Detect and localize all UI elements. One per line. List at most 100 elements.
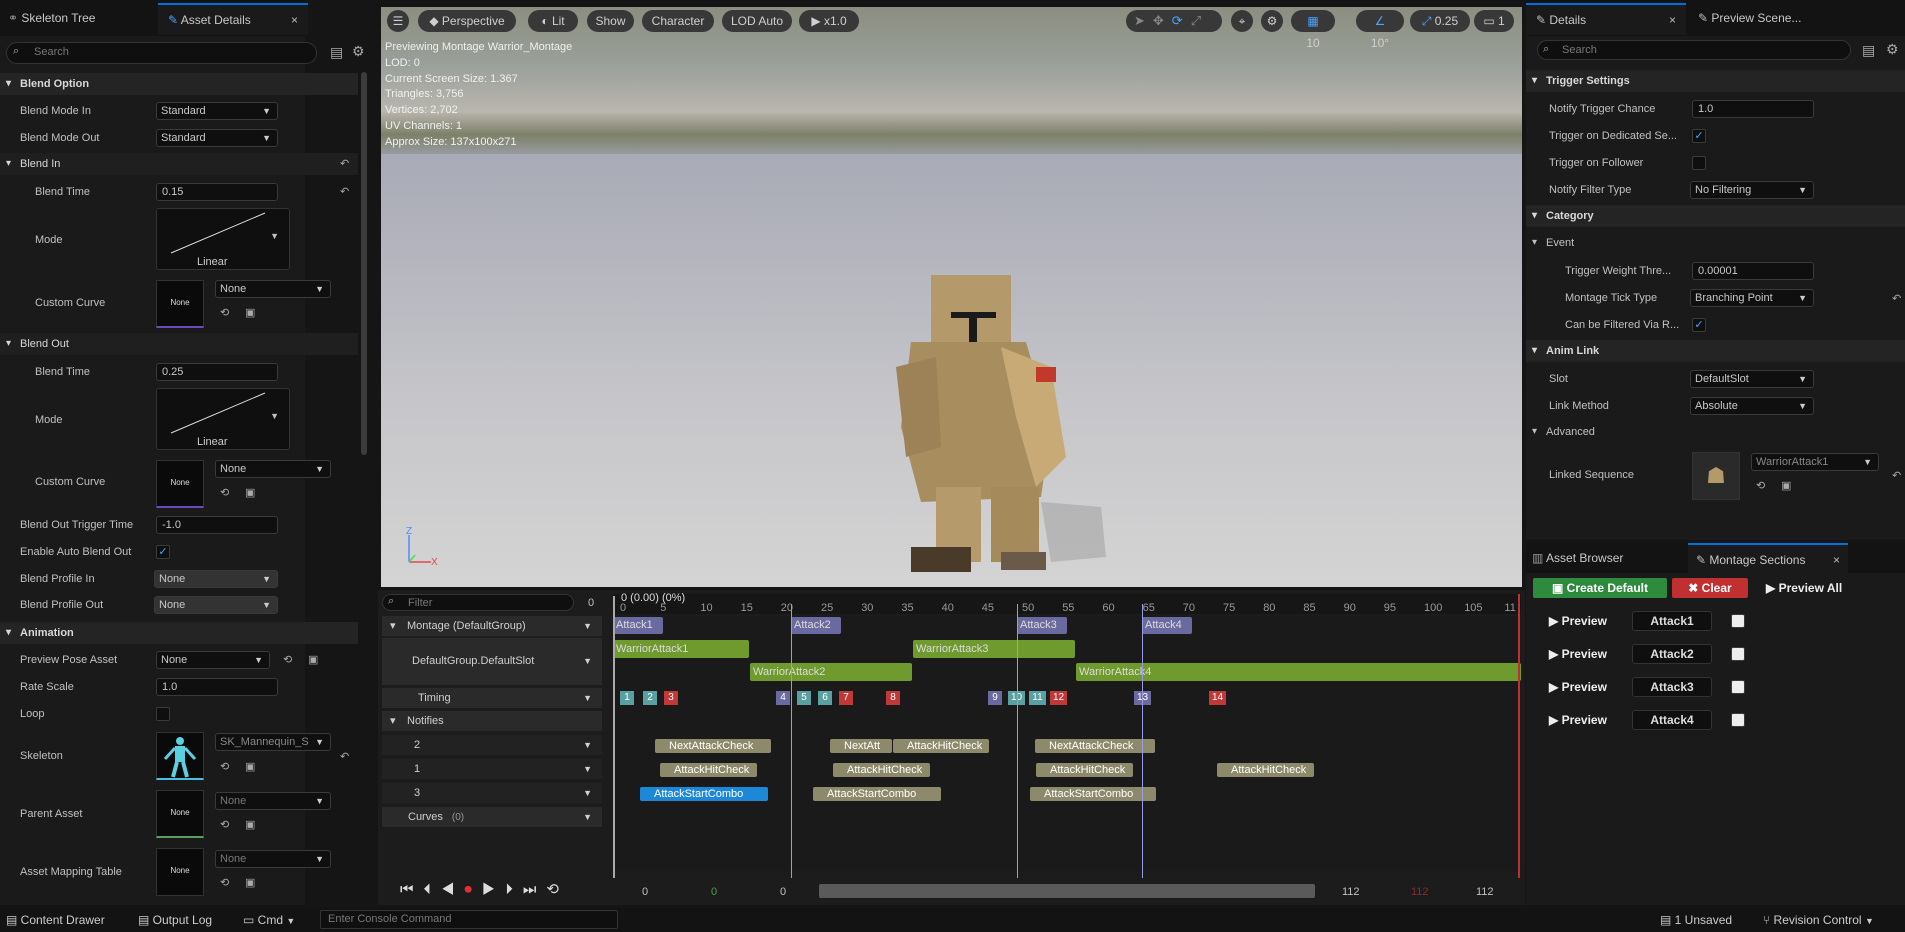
section-loop-checkbox[interactable]	[1731, 713, 1745, 727]
tab-preview-scene[interactable]: ✎ Preview Scene...	[1690, 3, 1890, 33]
trigger-time-input[interactable]: -1.0	[156, 516, 278, 534]
timing-marker[interactable]: 12	[1050, 691, 1067, 705]
track-montage[interactable]: ▾ Montage (DefaultGroup) ▼	[382, 616, 602, 636]
section-name[interactable]: Attack2	[1632, 644, 1712, 664]
scale-snap[interactable]: ⤢ 0.25	[1410, 10, 1470, 32]
slot-segment-2[interactable]: WarriorAttack2	[750, 663, 912, 681]
blend-out-time-input[interactable]: 0.25	[156, 363, 278, 381]
blend-mode-in-select[interactable]: Standard ▼	[156, 102, 278, 120]
tab-details[interactable]: ✎ Details ×	[1526, 3, 1686, 35]
timing-marker[interactable]: 5	[797, 691, 811, 705]
unsaved-button[interactable]: ▤ 1 Unsaved	[1660, 913, 1732, 927]
preview-pose-select[interactable]: None ▼	[156, 651, 270, 669]
loop-icon[interactable]: ⟲	[546, 881, 569, 898]
use-selected-icon[interactable]: ⟲	[220, 306, 229, 319]
profile-in-select[interactable]: None ▼	[154, 570, 278, 588]
grid-snap[interactable]: ▦ 10	[1291, 10, 1335, 50]
use-selected-icon[interactable]: ⟲	[220, 760, 229, 773]
timeline-scrollbar[interactable]	[819, 884, 1315, 898]
section-preview-button[interactable]: ▶ Preview	[1549, 645, 1607, 663]
reset-icon[interactable]: ↶	[340, 185, 349, 198]
create-default-button[interactable]: ▣ Create Default	[1533, 578, 1667, 598]
notify-attack-hit-check[interactable]: AttackHitCheck	[833, 763, 930, 777]
filter-input[interactable]: Filter	[408, 597, 432, 609]
slot-segment-1[interactable]: WarriorAttack1	[613, 640, 749, 658]
notify-attack-hit-check[interactable]: AttackHitCheck	[893, 739, 989, 753]
close-icon[interactable]: ×	[291, 5, 298, 35]
browse-icon[interactable]: ▣	[1781, 479, 1791, 492]
track-notify-1[interactable]: 1 ▼	[382, 759, 602, 779]
section-name[interactable]: Attack1	[1632, 611, 1712, 631]
timing-marker[interactable]: 6	[818, 691, 832, 705]
category-blend-option[interactable]: Blend Option	[0, 73, 358, 95]
record-icon[interactable]: ⏺	[464, 881, 482, 898]
track-notify-2[interactable]: 2 ▼	[382, 735, 602, 755]
skip-start-icon[interactable]: ⏮	[400, 881, 424, 898]
browse-icon[interactable]: ▣	[245, 486, 255, 499]
browse-icon[interactable]: ▣	[245, 876, 255, 889]
reset-icon[interactable]: ↶	[1892, 292, 1901, 305]
curve-thumbnail[interactable]: None	[156, 460, 204, 508]
category-blend-out[interactable]: Blend Out	[0, 333, 358, 355]
cmd-button[interactable]: ▭ Cmd ▼	[243, 913, 295, 927]
browse-icon[interactable]: ▣	[308, 653, 318, 666]
follower-checkbox[interactable]	[1692, 156, 1706, 170]
tab-skeleton-tree[interactable]: ⚭ Skeleton Tree	[0, 3, 155, 33]
notify-attack-hit-check[interactable]: AttackHitCheck	[1217, 763, 1314, 777]
track-slot[interactable]: DefaultGroup.DefaultSlot ▼	[382, 638, 602, 685]
category-category[interactable]: Category	[1526, 205, 1905, 227]
track-notify-3[interactable]: 3 ▼	[382, 783, 602, 803]
content-drawer-button[interactable]: ▤ Content Drawer	[6, 913, 105, 927]
timing-marker[interactable]: 3	[664, 691, 678, 705]
category-trigger-settings[interactable]: Trigger Settings	[1526, 70, 1905, 92]
section-preview-button[interactable]: ▶ Preview	[1549, 612, 1607, 630]
use-selected-icon[interactable]: ⟲	[220, 818, 229, 831]
blend-out-curve-select[interactable]: None ▼	[215, 460, 331, 478]
section-loop-checkbox[interactable]	[1731, 614, 1745, 628]
skip-end-icon[interactable]: ⏭	[523, 881, 547, 898]
gear-icon[interactable]: ⚙	[352, 43, 365, 60]
category-advanced[interactable]: Advanced	[1526, 421, 1905, 443]
use-selected-icon[interactable]: ⟲	[220, 486, 229, 499]
tab-montage-sections[interactable]: ✎ Montage Sections ×	[1688, 543, 1848, 575]
category-blend-in[interactable]: Blend In	[0, 153, 358, 175]
perspective-button[interactable]: ◆ Perspective	[418, 10, 516, 32]
rate-scale-input[interactable]: 1.0	[156, 678, 278, 696]
lit-button[interactable]: ◐ Lit	[528, 10, 578, 32]
link-method-select[interactable]: Absolute ▼	[1690, 397, 1814, 415]
profile-out-select[interactable]: None ▼	[154, 596, 278, 614]
timing-marker[interactable]: 4	[776, 691, 790, 705]
track-timing[interactable]: Timing ▼	[382, 688, 602, 708]
notify-attack-start-combo[interactable]: AttackStartCombo	[1030, 787, 1156, 801]
output-log-button[interactable]: ▤ Output Log	[138, 913, 212, 927]
track-curves[interactable]: Curves (0) ▼	[382, 807, 602, 827]
section-attack4[interactable]: Attack4	[1142, 617, 1192, 634]
section-preview-button[interactable]: ▶ Preview	[1549, 711, 1607, 729]
search-input[interactable]: Search	[34, 46, 69, 58]
weight-input[interactable]: 0.00001	[1692, 262, 1814, 280]
playback-speed-button[interactable]: ▶ x1.0	[799, 10, 859, 32]
category-event[interactable]: Event	[1526, 232, 1905, 254]
transform-tools[interactable]: ➤✥⟳⤢	[1126, 10, 1222, 32]
show-button[interactable]: Show	[587, 10, 634, 32]
step-forward-icon[interactable]: ⏵	[505, 881, 523, 898]
slot-select[interactable]: DefaultSlot ▼	[1690, 370, 1814, 388]
mapping-thumbnail[interactable]: None	[156, 848, 204, 896]
reset-icon[interactable]: ↶	[340, 157, 349, 170]
notify-attack-hit-check[interactable]: AttackHitCheck	[660, 763, 757, 777]
use-selected-icon[interactable]: ⟲	[1756, 479, 1765, 492]
linked-sequence-thumbnail[interactable]: ☗	[1692, 452, 1740, 500]
lod-button[interactable]: LOD Auto	[722, 10, 792, 32]
clear-button[interactable]: ✖ Clear	[1672, 578, 1748, 598]
revision-control-button[interactable]: ⑂ Revision Control ▼	[1763, 913, 1874, 927]
curve-thumbnail[interactable]: None	[156, 280, 204, 328]
section-preview-button[interactable]: ▶ Preview	[1549, 678, 1607, 696]
preview-all-button[interactable]: ▶ Preview All	[1766, 578, 1856, 598]
section-attack1[interactable]: Attack1	[613, 617, 663, 634]
dedicated-checkbox[interactable]: ✓	[1692, 129, 1706, 143]
timing-marker[interactable]: 1	[620, 691, 634, 705]
viewport-menu-button[interactable]: ☰	[387, 10, 409, 32]
blend-mode-out-select[interactable]: Standard ▼	[156, 129, 278, 147]
section-name[interactable]: Attack3	[1632, 677, 1712, 697]
notify-attack-hit-check[interactable]: AttackHitCheck	[1036, 763, 1133, 777]
